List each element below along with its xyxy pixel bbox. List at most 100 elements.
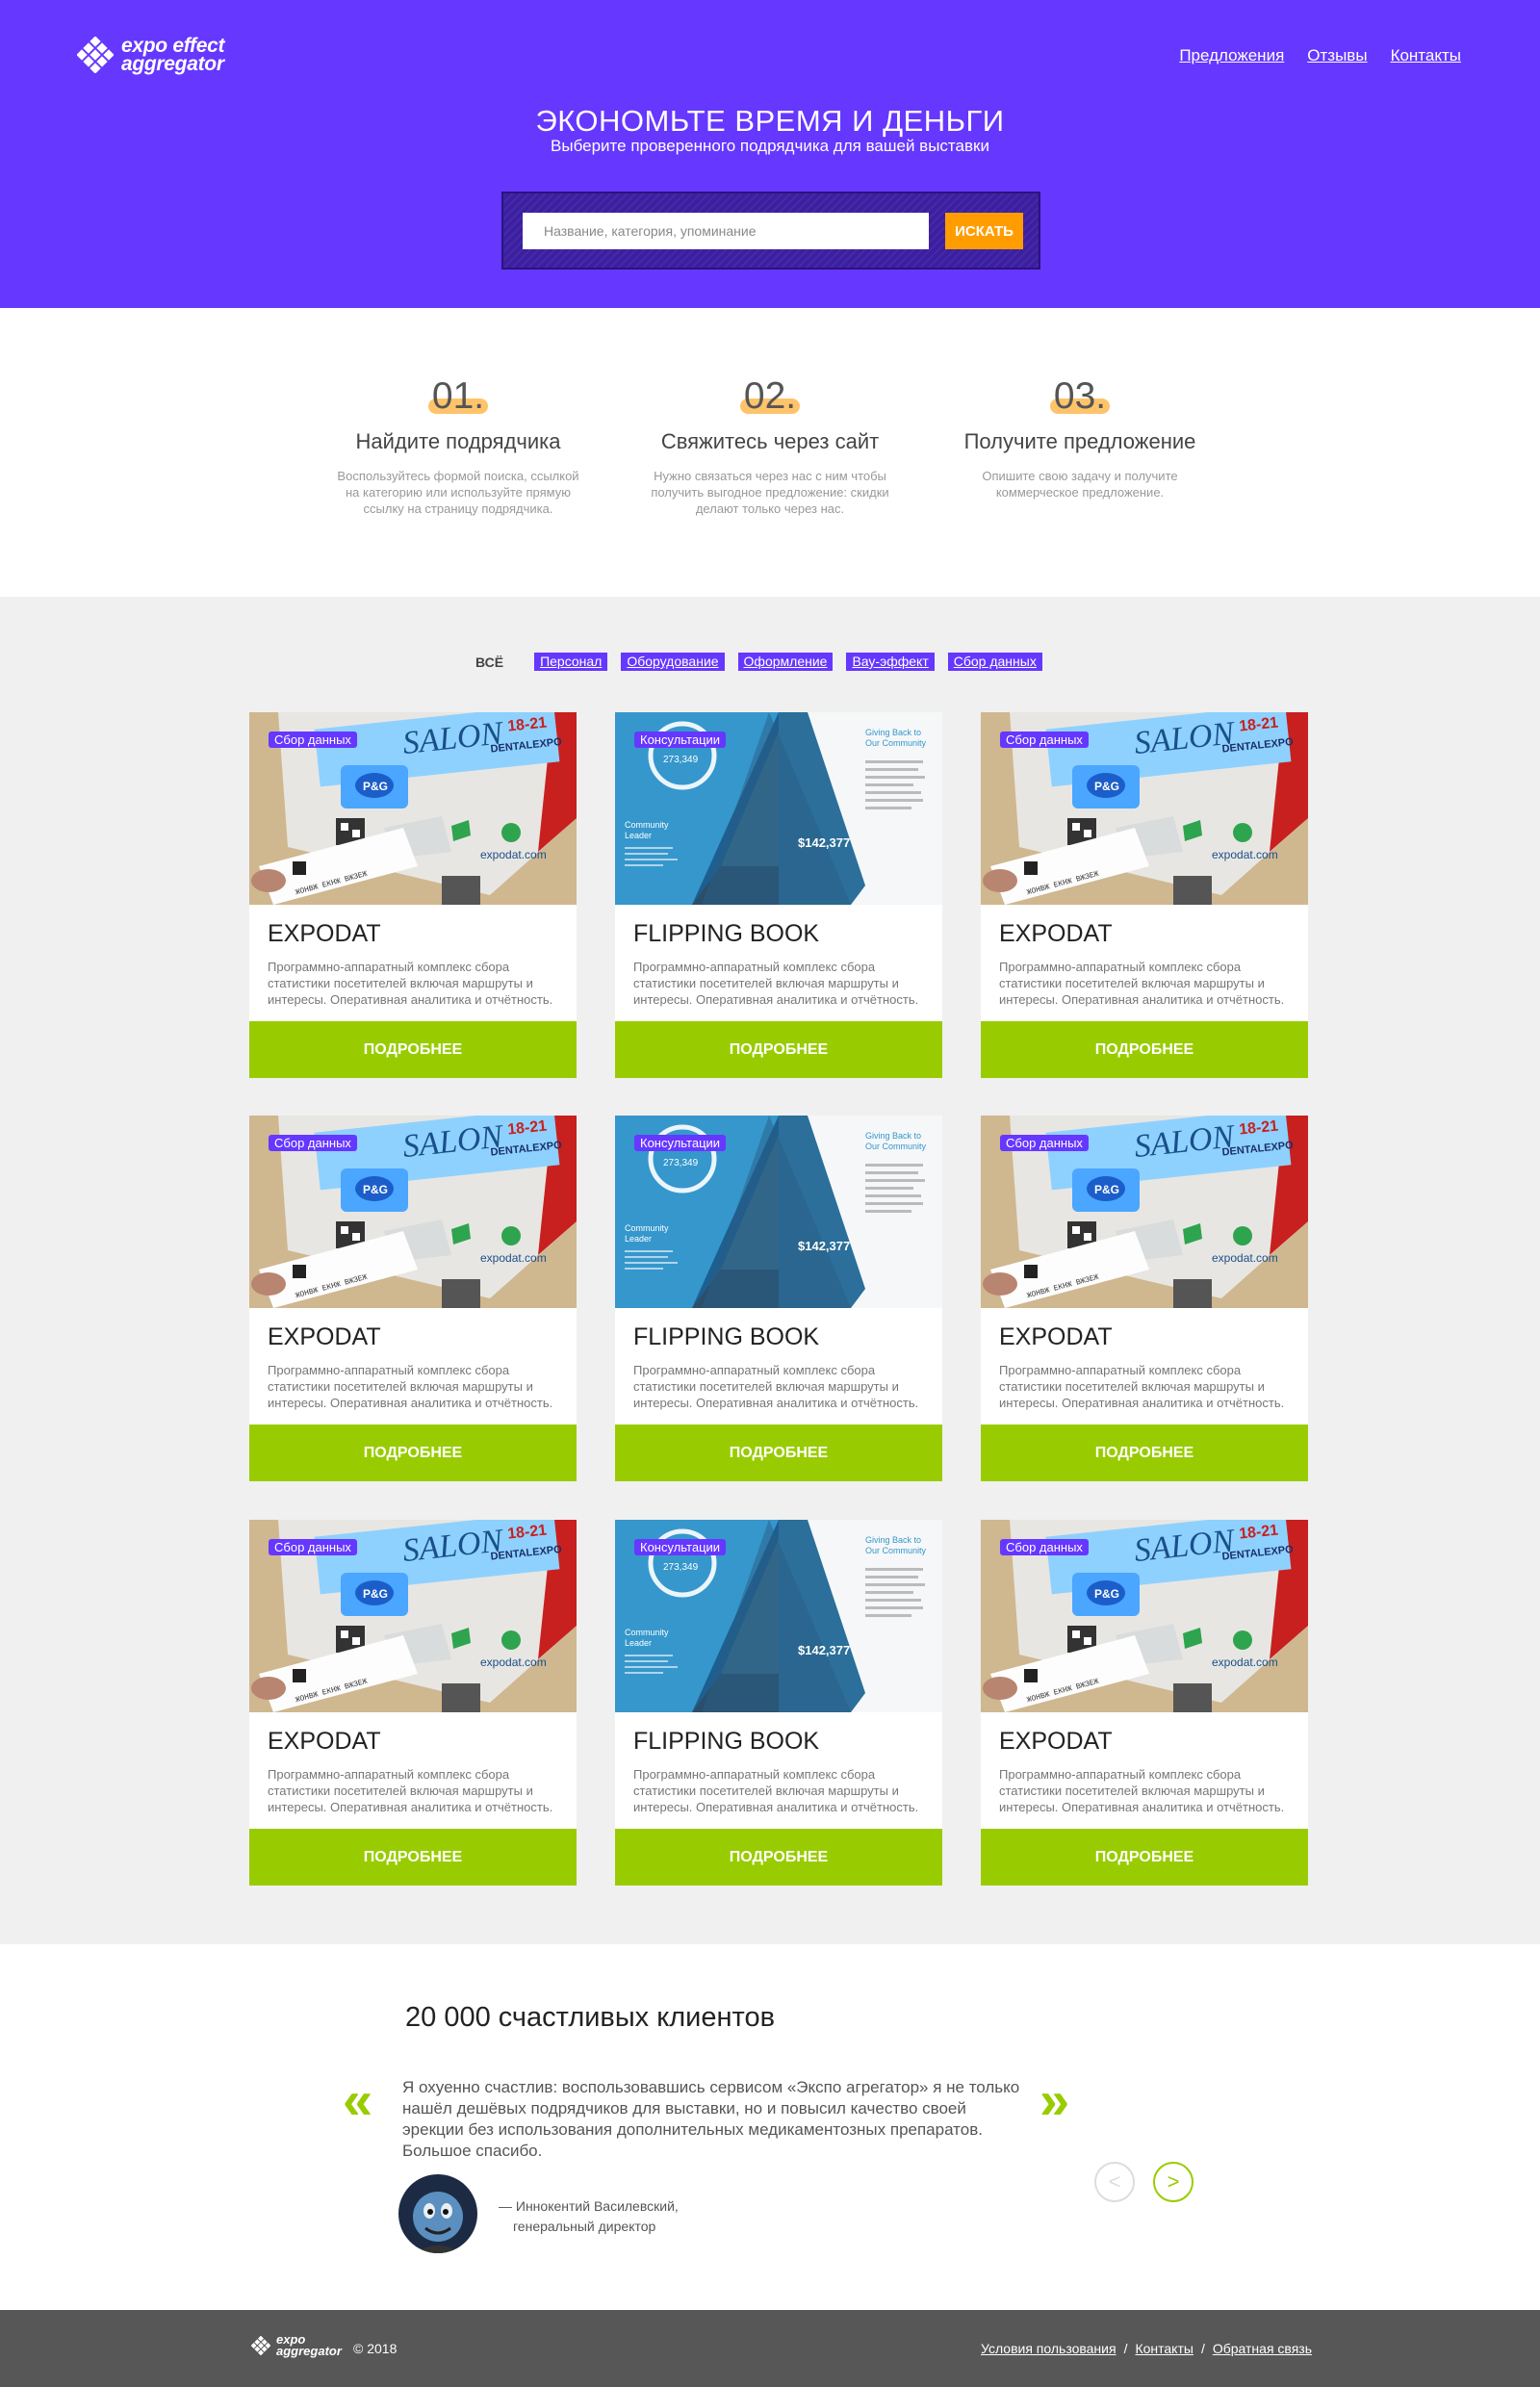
footer-link-contacts[interactable]: Контакты bbox=[1135, 2341, 1193, 2356]
card-description: Программно-аппаратный комплекс сбора ста… bbox=[268, 1767, 553, 1814]
avatar bbox=[398, 2174, 477, 2253]
step-title: Свяжитесь через сайт bbox=[660, 429, 880, 453]
card-category-badge[interactable]: Консультации bbox=[634, 732, 727, 748]
svg-text:P&G: P&G bbox=[1094, 1587, 1119, 1601]
svg-text:Giving Back to: Giving Back to bbox=[865, 1131, 921, 1141]
svg-text:P&G: P&G bbox=[1094, 780, 1119, 793]
search-button[interactable]: ИСКАТЬ bbox=[945, 213, 1023, 249]
card-category-badge[interactable]: Сбор данных bbox=[269, 1539, 357, 1555]
footer-logo-line-2: aggregator bbox=[276, 2344, 342, 2358]
hero-title: ЭКОНОМЬТЕ ВРЕМЯ И ДЕНЬГИ bbox=[535, 104, 1005, 138]
svg-text:expodat.com: expodat.com bbox=[480, 848, 547, 861]
category-filters: ВСЁ Персонал Оборудование Оформление Вау… bbox=[475, 653, 1042, 671]
catalog: ВСЁ Персонал Оборудование Оформление Вау… bbox=[0, 597, 1540, 1944]
svg-text:expodat.com: expodat.com bbox=[480, 1251, 547, 1265]
logo-text: expo effect aggregator bbox=[121, 36, 224, 75]
card-description: Программно-аппаратный комплекс сбора ста… bbox=[633, 960, 919, 1007]
svg-text:expodat.com: expodat.com bbox=[480, 1656, 547, 1669]
quote-close-icon: » bbox=[1040, 2069, 1070, 2130]
svg-text:P&G: P&G bbox=[363, 1183, 388, 1196]
logo-line-2: aggregator bbox=[121, 53, 224, 75]
card-title: EXPODAT bbox=[268, 1728, 381, 1755]
card-category-badge[interactable]: Консультации bbox=[634, 1539, 727, 1555]
filter-all[interactable]: ВСЁ bbox=[475, 654, 503, 670]
svg-text:$142,377: $142,377 bbox=[798, 1239, 850, 1253]
card-title: EXPODAT bbox=[268, 920, 381, 947]
testimonial-author: — Иннокентий Василевский, генеральный ди… bbox=[499, 2196, 679, 2237]
step-2: 02. Свяжитесь через сайт Нужно связаться… bbox=[635, 375, 905, 517]
card-details-button[interactable]: ПОДРОБНЕЕ bbox=[615, 1424, 942, 1481]
card-details-button[interactable]: ПОДРОБНЕЕ bbox=[249, 1424, 577, 1481]
nav-link-contacts[interactable]: Контакты bbox=[1391, 46, 1461, 65]
step-1: 01. Найдите подрядчика Воспользуйтесь фо… bbox=[323, 375, 593, 517]
card-title: EXPODAT bbox=[268, 1323, 381, 1350]
author-role: генеральный директор bbox=[513, 2219, 656, 2234]
card-category-badge[interactable]: Сбор данных bbox=[1000, 1539, 1089, 1555]
card-details-button[interactable]: ПОДРОБНЕЕ bbox=[981, 1424, 1308, 1481]
svg-text:273,349: 273,349 bbox=[663, 1562, 699, 1573]
footer-link-feedback[interactable]: Обратная связь bbox=[1213, 2341, 1312, 2356]
card-description: Программно-аппаратный комплекс сбора ста… bbox=[999, 1363, 1285, 1410]
svg-text:Community: Community bbox=[625, 1223, 669, 1233]
quote-open-icon: « bbox=[343, 2069, 373, 2130]
card-description: Программно-аппаратный комплекс сбора ста… bbox=[999, 1767, 1285, 1814]
search-form: ИСКАТЬ bbox=[501, 192, 1040, 270]
carousel-next-button[interactable]: > bbox=[1153, 2162, 1194, 2202]
card-description: Программно-аппаратный комплекс сбора ста… bbox=[633, 1767, 919, 1814]
svg-text:Community: Community bbox=[625, 820, 669, 830]
card-title: FLIPPING BOOK bbox=[633, 1728, 820, 1755]
vendor-card: SALON 18-21 DENTALEXPO P&G expodat.com Ж… bbox=[981, 1116, 1308, 1481]
filter-tag-wow-effect[interactable]: Вау-эффект bbox=[846, 653, 935, 671]
step-description: Опишите свою задачу и получите коммерчес… bbox=[982, 469, 1178, 500]
vendor-card: 273,349 Community Leader $142,377 Giving… bbox=[615, 1520, 942, 1886]
filter-tag-equipment[interactable]: Оборудование bbox=[621, 653, 725, 671]
how-it-works: 01. Найдите подрядчика Воспользуйтесь фо… bbox=[0, 308, 1540, 597]
footer-logo[interactable]: expo aggregator bbox=[251, 2333, 342, 2358]
svg-text:P&G: P&G bbox=[363, 1587, 388, 1601]
svg-text:P&G: P&G bbox=[1094, 1183, 1119, 1196]
filter-tag-staff[interactable]: Персонал bbox=[534, 653, 608, 671]
testimonials-title: 20 000 счастливых клиентов bbox=[405, 2002, 776, 2033]
svg-text:expodat.com: expodat.com bbox=[1212, 1251, 1278, 1265]
hero-header: expo effect aggregator Предложения Отзыв… bbox=[0, 0, 1540, 308]
vendor-grid: SALON 18-21 DENTALEXPO P&G expodat.com Ж… bbox=[249, 712, 1308, 1886]
filter-tag-data-collection[interactable]: Сбор данных bbox=[947, 653, 1042, 671]
carousel-prev-button[interactable]: < bbox=[1094, 2162, 1135, 2202]
card-details-button[interactable]: ПОДРОБНЕЕ bbox=[249, 1021, 577, 1078]
card-details-button[interactable]: ПОДРОБНЕЕ bbox=[981, 1829, 1308, 1886]
card-category-badge[interactable]: Сбор данных bbox=[269, 1135, 357, 1151]
copyright: © 2018 bbox=[353, 2341, 398, 2356]
svg-text:273,349: 273,349 bbox=[663, 755, 699, 765]
vendor-card: SALON 18-21 DENTALEXPO P&G expodat.com Ж… bbox=[981, 1520, 1308, 1886]
logo[interactable]: expo effect aggregator bbox=[77, 36, 224, 75]
card-details-button[interactable]: ПОДРОБНЕЕ bbox=[249, 1829, 577, 1886]
testimonials: 20 000 счастливых клиентов « Я охуенно с… bbox=[0, 1944, 1540, 2310]
nav-link-offers[interactable]: Предложения bbox=[1179, 46, 1284, 65]
card-category-badge[interactable]: Консультации bbox=[634, 1135, 727, 1151]
vendor-card: SALON 18-21 DENTALEXPO P&G expodat.com Ж… bbox=[249, 1520, 577, 1886]
vendor-card: SALON 18-21 DENTALEXPO P&G expodat.com Ж… bbox=[981, 712, 1308, 1078]
vendor-card: SALON 18-21 DENTALEXPO P&G expodat.com Ж… bbox=[249, 712, 577, 1078]
card-details-button[interactable]: ПОДРОБНЕЕ bbox=[981, 1021, 1308, 1078]
card-description: Программно-аппаратный комплекс сбора ста… bbox=[268, 1363, 553, 1410]
svg-text:Our Community: Our Community bbox=[865, 738, 927, 748]
card-category-badge[interactable]: Сбор данных bbox=[269, 732, 357, 748]
card-details-button[interactable]: ПОДРОБНЕЕ bbox=[615, 1021, 942, 1078]
svg-text:expodat.com: expodat.com bbox=[1212, 848, 1278, 861]
card-category-badge[interactable]: Сбор данных bbox=[1000, 732, 1089, 748]
search-input[interactable] bbox=[523, 213, 929, 249]
card-title: FLIPPING BOOK bbox=[633, 1323, 820, 1350]
card-description: Программно-аппаратный комплекс сбора ста… bbox=[268, 960, 553, 1007]
footer-separator: / bbox=[1123, 2341, 1128, 2356]
filter-tag-design[interactable]: Оформление bbox=[737, 653, 834, 671]
vendor-card: 273,349 Community Leader $142,377 Giving… bbox=[615, 1116, 942, 1481]
author-name: — Иннокентий Василевский, bbox=[499, 2198, 679, 2214]
footer-link-terms[interactable]: Условия пользования bbox=[981, 2341, 1116, 2356]
footer-logo-text: expo aggregator bbox=[276, 2333, 342, 2358]
card-details-button[interactable]: ПОДРОБНЕЕ bbox=[615, 1829, 942, 1886]
footer: expo aggregator © 2018 Условия пользован… bbox=[0, 2310, 1540, 2387]
card-category-badge[interactable]: Сбор данных bbox=[1000, 1135, 1089, 1151]
svg-text:Our Community: Our Community bbox=[865, 1546, 927, 1555]
step-number: 01. bbox=[427, 375, 489, 417]
nav-link-reviews[interactable]: Отзывы bbox=[1307, 46, 1367, 65]
